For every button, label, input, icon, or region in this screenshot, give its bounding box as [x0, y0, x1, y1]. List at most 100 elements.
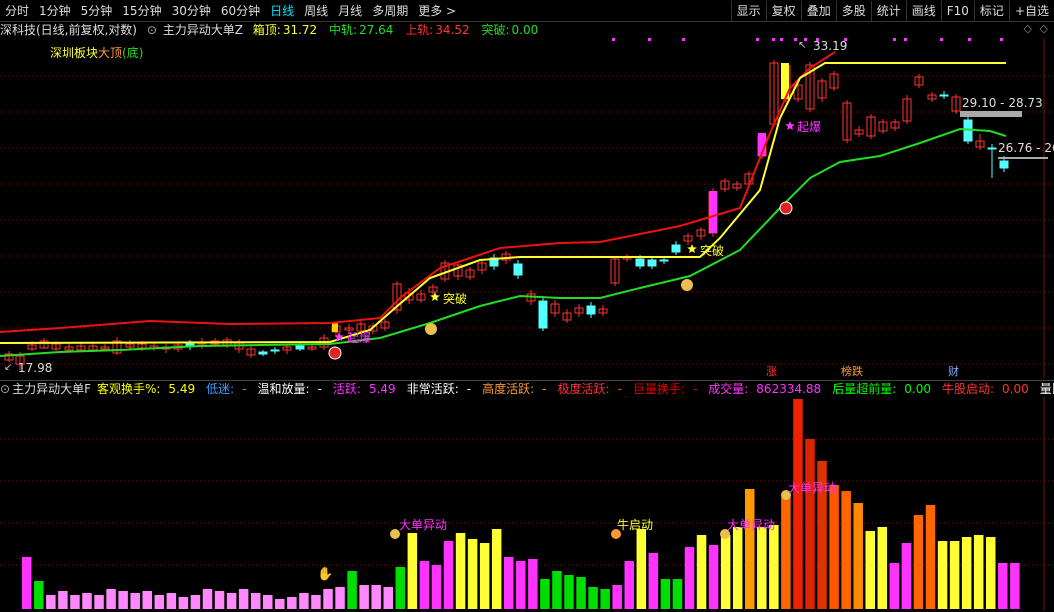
mid-track-label: 中轨:: [329, 23, 358, 37]
candle: [635, 258, 645, 267]
volume-bar: [913, 515, 924, 609]
toolbar-button-3[interactable]: 多股: [835, 0, 871, 21]
diamond-icon-left[interactable]: ◇: [1040, 22, 1048, 35]
sub-info-label-4: 非常活跃:: [406, 382, 459, 396]
ball-icon-0: [328, 346, 342, 360]
volume-bar: [214, 591, 225, 609]
volume-bar: [636, 529, 647, 609]
sub-info-item-7: 巨量换手: -: [633, 382, 703, 396]
toolbar-button-0[interactable]: 显示: [730, 0, 766, 21]
volume-bar: [491, 529, 502, 609]
sub-info-label-7: 巨量换手:: [632, 382, 685, 396]
sub-info-value-3: 5.49: [368, 382, 396, 396]
tupo-star-icon-2: [687, 244, 697, 253]
volume-bar: [287, 597, 297, 609]
period-tab-0[interactable]: 分时: [0, 1, 34, 21]
toolbar-button-7[interactable]: 标记: [973, 0, 1009, 21]
volume-bar: [419, 561, 430, 609]
volume-bar: [745, 489, 755, 609]
sub-info-item-9: 后量超前量: 0.00: [832, 382, 937, 396]
candle: [295, 345, 305, 350]
candlestick-chart[interactable]: ↖↙: [0, 38, 1054, 378]
diamond-icon-right[interactable]: ◇: [1024, 22, 1032, 35]
signal-dot: [682, 38, 685, 41]
volume-bar: [371, 585, 381, 609]
period-tab-7[interactable]: 周线: [299, 1, 333, 21]
tupo-label-2: 突破: [700, 244, 725, 258]
cai-badge: 财: [948, 365, 959, 378]
period-tab-4[interactable]: 30分钟: [167, 1, 216, 21]
low-price-label: 17.98: [18, 361, 53, 375]
sub-info-item-1: 低迷: -: [206, 382, 252, 396]
period-tab-1[interactable]: 1分钟: [34, 1, 76, 21]
volume-bar: [793, 399, 803, 609]
volume-bar: [70, 595, 80, 609]
volume-bar: [720, 535, 731, 609]
high-price-label: 33.19: [813, 39, 848, 53]
volume-bar: [347, 571, 357, 609]
volume-bar: [516, 561, 526, 609]
candle: [999, 160, 1009, 169]
signal-dot: [780, 38, 783, 41]
volume-bar: [443, 541, 454, 609]
volume-bar: [865, 531, 875, 609]
volume-bar: [226, 593, 237, 609]
toolbar-button-1[interactable]: 复权: [765, 0, 801, 21]
volume-bar: [407, 533, 418, 609]
volume-bar: [588, 587, 598, 609]
period-tab-3[interactable]: 15分钟: [117, 1, 166, 21]
toolbar-button-5[interactable]: 画线: [905, 0, 941, 21]
sub-info-item-8: 成交量: 862334.88: [708, 382, 827, 396]
volume-bar: [986, 537, 996, 609]
ball-icon-1: [779, 201, 793, 215]
volume-bar: [359, 585, 369, 609]
volume-bar: [877, 527, 888, 609]
volume-bar: [118, 591, 128, 609]
signal-dot: [756, 38, 759, 41]
volume-bar: [696, 535, 707, 609]
volume-bar: [323, 589, 333, 609]
volume-bar: [311, 595, 321, 609]
sub-info-label-2: 温和放量:: [257, 382, 310, 396]
volume-chart[interactable]: [0, 397, 1054, 611]
qibao-label-1: 起爆: [347, 331, 372, 345]
sub-info-item-4: 非常活跃: -: [407, 382, 477, 396]
toolbar-button-8[interactable]: +自选: [1008, 0, 1054, 21]
highlight-candle-4: [332, 323, 338, 332]
candle: [987, 147, 997, 150]
sub-info-value-0: 5.49: [168, 382, 196, 396]
volume-bar: [901, 543, 912, 609]
volume-bar: [732, 527, 743, 609]
signal-dot: [1000, 38, 1003, 41]
volume-bar: [805, 439, 815, 609]
toolbar-button-4[interactable]: 统计: [870, 0, 906, 21]
zhang-badge: 涨: [766, 365, 777, 378]
volume-bar: [925, 505, 936, 609]
main-info-bar: 深科技(日线,前复权,对数) ⊙ 主力异动大单Z 箱顶: 31.72 中轨: 27.…: [0, 22, 1054, 38]
period-tab-2[interactable]: 5分钟: [76, 1, 118, 21]
volume-bar: [106, 589, 116, 609]
box-top-label: 箱顶:: [252, 23, 281, 37]
sub-info-label-10: 牛股启动:: [941, 382, 995, 396]
collapse-icon[interactable]: ⊙: [147, 23, 157, 37]
sub-indicator-name[interactable]: 主力异动大单F: [12, 382, 91, 396]
signal-dot: [612, 38, 615, 41]
sub-collapse-icon[interactable]: ⊙: [0, 382, 10, 396]
sub-info-label-9: 后量超前量:: [832, 382, 897, 396]
volume-bar: [395, 567, 406, 609]
period-tab-6[interactable]: 日线: [265, 1, 299, 21]
volume-bar: [949, 541, 960, 609]
upper-track-value: 34.52: [435, 23, 470, 37]
period-tab-10[interactable]: 更多 >: [413, 1, 461, 21]
toolbar-button-2[interactable]: 叠加: [800, 0, 836, 21]
signal-dot: [904, 38, 907, 41]
period-tab-9[interactable]: 多周期: [367, 1, 413, 21]
sub-info-value-4: -: [466, 382, 472, 396]
indicator-name[interactable]: 主力异动大单Z: [163, 23, 243, 37]
period-tab-5[interactable]: 60分钟: [216, 1, 265, 21]
period-tab-8[interactable]: 月线: [333, 1, 367, 21]
toolbar-button-6[interactable]: F10: [940, 0, 974, 21]
stock-name[interactable]: 深科技(日线,前复权,对数): [0, 23, 137, 37]
volume-bar: [672, 579, 683, 609]
signal-dot: [968, 38, 971, 41]
